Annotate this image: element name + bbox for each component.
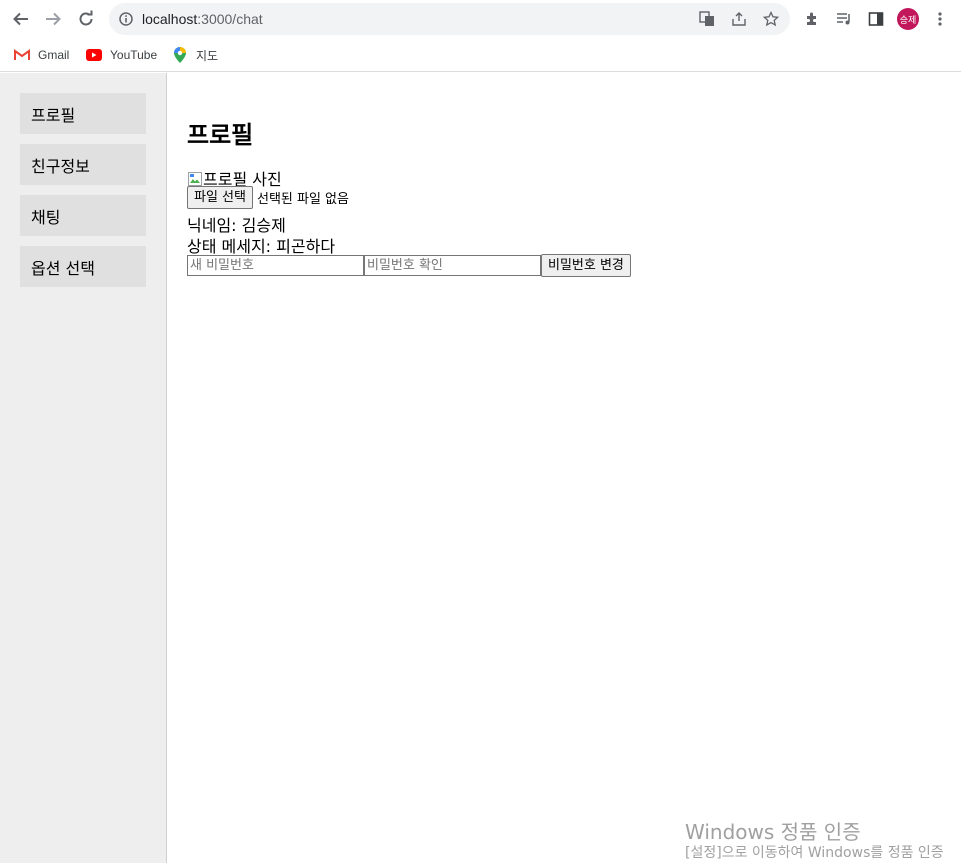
file-status: 선택된 파일 없음: [256, 192, 349, 207]
side-panel-icon[interactable]: [866, 9, 886, 29]
bookmark-gmail[interactable]: Gmail: [14, 46, 69, 64]
profile-section: 프로필 프로필 사진 파일 선택 선택된 파일 없음 닉네임: 김승제 상태 메세…: [187, 73, 961, 863]
translate-icon[interactable]: [697, 9, 717, 29]
bookmark-label: YouTube: [110, 48, 158, 62]
gmail-icon: [14, 47, 30, 63]
bookmark-star-icon[interactable]: [761, 9, 781, 29]
confirm-password-input[interactable]: 비밀번호 확인: [364, 255, 541, 276]
reload-button[interactable]: [75, 8, 97, 30]
file-select-button[interactable]: 파일 선택: [187, 186, 253, 209]
forward-arrow-icon: [46, 12, 61, 26]
sidebar-item-chat[interactable]: 채팅: [20, 195, 146, 236]
bookmarks-bar: Gmail YouTube 지도: [0, 38, 961, 72]
bookmark-label: 지도: [196, 48, 219, 63]
kebab-menu-icon[interactable]: [930, 9, 950, 29]
maps-icon: [172, 47, 188, 63]
reload-icon: [79, 10, 93, 26]
bookmark-youtube[interactable]: YouTube: [86, 46, 157, 64]
back-arrow-icon: [13, 12, 28, 26]
url-text: localhost:3000/chat: [142, 11, 263, 27]
bookmark-label: Gmail: [38, 48, 70, 62]
browser-toolbar: localhost:3000/chat 승제: [0, 0, 961, 38]
back-button[interactable]: [10, 8, 32, 30]
windows-activation-title: Windows 정품 인증: [685, 820, 861, 844]
password-form: 새 비밀번호 비밀번호 확인 비밀번호 변경: [187, 254, 631, 277]
file-upload: 파일 선택 선택된 파일 없음: [187, 186, 349, 209]
windows-activation-note: [설정]으로 이동하여 Windows를 정품 인증: [685, 845, 944, 861]
forward-button[interactable]: [42, 8, 64, 30]
youtube-icon: [86, 47, 102, 63]
change-password-button[interactable]: 비밀번호 변경: [541, 254, 631, 277]
sidebar-item-friends[interactable]: 친구정보: [20, 144, 146, 185]
media-icon[interactable]: [834, 9, 854, 29]
bookmark-maps[interactable]: 지도: [172, 46, 218, 64]
sidebar-item-profile[interactable]: 프로필: [20, 93, 146, 134]
profile-avatar[interactable]: 승제: [897, 8, 919, 30]
address-bar[interactable]: localhost:3000/chat: [109, 3, 790, 35]
page-title: 프로필: [187, 121, 254, 149]
broken-image-icon: [188, 172, 202, 186]
sidebar: 프로필 친구정보 채팅 옵션 선택: [0, 73, 167, 863]
info-icon[interactable]: [119, 12, 133, 26]
share-icon[interactable]: [729, 9, 749, 29]
new-password-input[interactable]: 새 비밀번호: [187, 255, 364, 276]
sidebar-item-options[interactable]: 옵션 선택: [20, 246, 146, 287]
extensions-icon[interactable]: [802, 9, 822, 29]
